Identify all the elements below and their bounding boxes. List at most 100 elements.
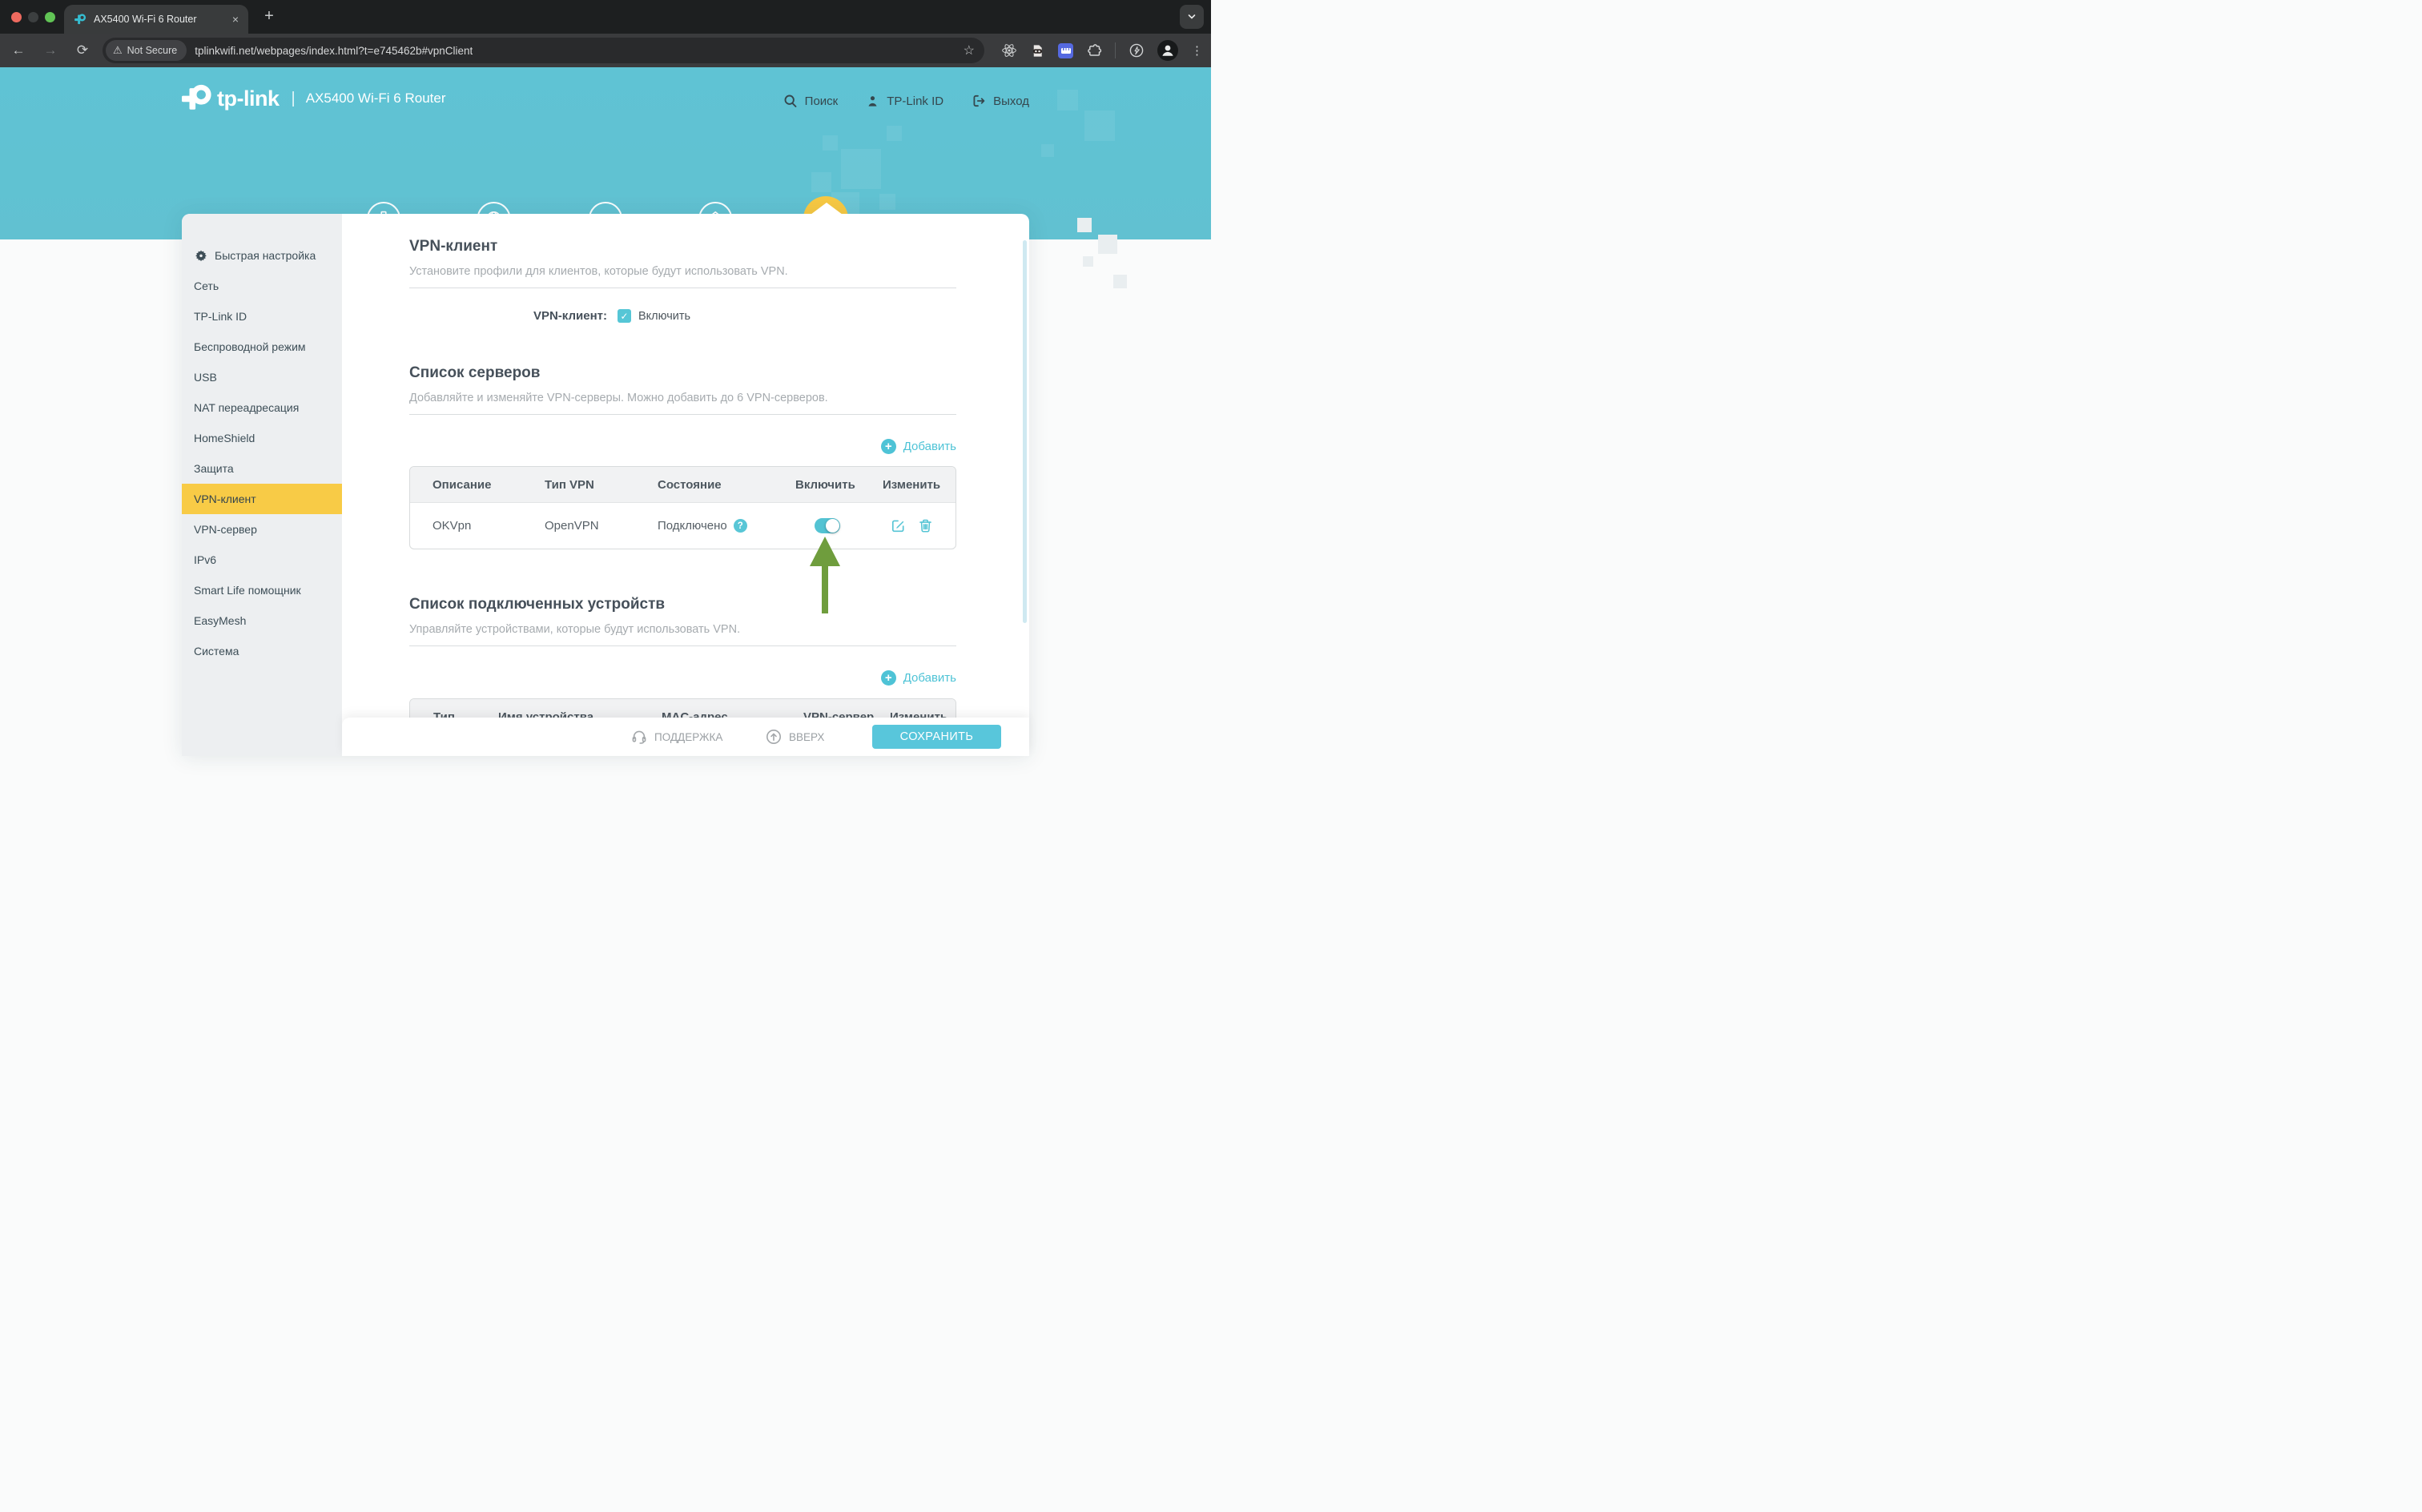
window-zoom-button[interactable]: [45, 12, 55, 22]
up-label: ВВЕРХ: [789, 731, 824, 743]
plus-icon: +: [881, 670, 896, 686]
edit-icon[interactable]: [890, 517, 907, 534]
scroll-up-button[interactable]: ВВЕРХ: [765, 718, 824, 756]
add-server-button[interactable]: + Добавить: [409, 439, 956, 454]
divider: [409, 645, 956, 646]
header-tplink-id-button[interactable]: TP-Link ID: [865, 94, 943, 109]
add-server-label: Добавить: [903, 440, 956, 453]
col-status: Состояние: [658, 478, 795, 492]
security-label: Not Secure: [127, 45, 178, 56]
profile-avatar[interactable]: [1157, 40, 1178, 61]
sidebar-item-usb[interactable]: USB: [182, 362, 342, 392]
sidebar-item-label: Smart Life помощник: [194, 584, 301, 597]
address-bar[interactable]: ⚠ Not Secure tplinkwifi.net/webpages/ind…: [103, 38, 984, 63]
tplink-favicon-icon: [74, 13, 86, 26]
delete-icon[interactable]: [917, 517, 934, 534]
sidebar-item-vpn-server[interactable]: VPN-сервер: [182, 514, 342, 545]
page-title: VPN-клиент: [409, 238, 956, 255]
sidebar-item-label: Быстрая настройка: [215, 249, 316, 262]
sidebar-item-quick-setup[interactable]: Быстрая настройка: [182, 240, 342, 271]
sidebar-item-network[interactable]: Сеть: [182, 271, 342, 301]
headset-icon: [630, 728, 648, 746]
tab-search-button[interactable]: [1180, 5, 1204, 29]
sidebar-item-security[interactable]: Защита: [182, 453, 342, 484]
bookmark-star-icon[interactable]: ☆: [964, 42, 975, 58]
sidebar-item-label: Защита: [194, 462, 234, 475]
col-edit: Изменить: [883, 478, 956, 492]
chevron-down-icon: [1186, 11, 1197, 22]
tab-title: AX5400 Wi-Fi 6 Router: [94, 14, 225, 25]
brand-separator: |: [292, 90, 296, 108]
sidebar-item-label: TP-Link ID: [194, 310, 247, 323]
sidebar-item-smart-life[interactable]: Smart Life помощник: [182, 575, 342, 605]
server-table-row: OKVpn OpenVPN Подключено ?: [410, 502, 956, 549]
arrow-up-circle-icon: [765, 728, 783, 746]
brand-name: tp-link: [217, 86, 280, 111]
support-button[interactable]: ПОДДЕРЖКА: [630, 718, 722, 756]
browser-tab[interactable]: AX5400 Wi-Fi 6 Router ×: [64, 5, 248, 34]
user-agent-switcher-extension-icon[interactable]: [1030, 43, 1045, 58]
panel-scrollbar-thumb[interactable]: [1023, 240, 1027, 623]
sidebar-item-ipv6[interactable]: IPv6: [182, 545, 342, 575]
ruler-extension-icon[interactable]: [1058, 43, 1073, 58]
search-icon: [783, 93, 799, 109]
browser-toolbar: ← → ⟳ ⚠ Not Secure tplinkwifi.net/webpag…: [0, 34, 1211, 67]
window-close-button[interactable]: [11, 12, 22, 22]
decorative-square: [1083, 256, 1093, 267]
search-label: Поиск: [805, 94, 839, 108]
settings-sidebar: Быстрая настройка Сеть TP-Link ID Беспро…: [182, 214, 342, 756]
device-list-description: Управляйте устройствами, которые будут и…: [409, 623, 956, 636]
arrow-head: [810, 537, 840, 566]
window-minimize-button[interactable]: [28, 12, 38, 22]
tab-close-icon[interactable]: ×: [232, 13, 239, 26]
sidebar-item-tplink-id[interactable]: TP-Link ID: [182, 301, 342, 332]
sidebar-item-label: VPN-сервер: [194, 523, 257, 536]
forward-button[interactable]: →: [40, 42, 61, 58]
browser-tab-strip: AX5400 Wi-Fi 6 Router × +: [0, 0, 1211, 34]
sidebar-item-label: Система: [194, 645, 239, 657]
header-search-button[interactable]: Поиск: [783, 93, 839, 109]
save-button[interactable]: СОХРАНИТЬ: [872, 725, 1001, 749]
product-title: AX5400 Wi-Fi 6 Router: [306, 90, 446, 107]
server-status: Подключено: [658, 519, 727, 533]
security-chip[interactable]: ⚠ Not Secure: [106, 40, 187, 61]
react-devtools-extension-icon[interactable]: [1001, 42, 1017, 58]
arrow-shaft: [822, 566, 828, 613]
quick-setup-gear-icon: [194, 248, 208, 263]
enable-checkbox-label: Включить: [638, 310, 690, 323]
status-help-icon[interactable]: ?: [734, 519, 747, 533]
reload-button[interactable]: ⟳: [72, 42, 93, 58]
decorative-square: [1077, 218, 1092, 232]
sidebar-item-easymesh[interactable]: EasyMesh: [182, 605, 342, 636]
sidebar-item-homeshield[interactable]: HomeShield: [182, 423, 342, 453]
sidebar-item-label: VPN-клиент: [194, 493, 256, 505]
new-tab-button[interactable]: +: [260, 7, 279, 26]
back-button[interactable]: ←: [8, 42, 29, 58]
logout-icon: [971, 93, 987, 109]
sidebar-item-vpn-client[interactable]: VPN-клиент: [182, 484, 342, 514]
performance-energy-icon[interactable]: [1129, 42, 1145, 58]
add-device-button[interactable]: + Добавить: [409, 670, 956, 686]
decorative-square: [1098, 235, 1117, 254]
sidebar-item-wireless[interactable]: Беспроводной режим: [182, 332, 342, 362]
tplink-id-label: TP-Link ID: [887, 94, 943, 108]
add-device-label: Добавить: [903, 671, 956, 685]
vpn-client-page: VPN-клиент Установите профили для клиент…: [342, 214, 1029, 756]
url-text: tplinkwifi.net/webpages/index.html?t=e74…: [195, 45, 473, 57]
col-enable: Включить: [795, 478, 883, 492]
sidebar-item-label: USB: [194, 371, 217, 384]
toolbar-separator: [1115, 42, 1116, 58]
vpn-client-enable-checkbox[interactable]: ✓: [618, 309, 631, 323]
annotation-arrow-up: [810, 537, 840, 613]
page-footer: ПОДДЕРЖКА ВВЕРХ СОХРАНИТЬ: [342, 718, 1029, 756]
sidebar-item-nat[interactable]: NAT переадресация: [182, 392, 342, 423]
extensions-puzzle-icon[interactable]: [1086, 42, 1102, 58]
header-logout-button[interactable]: Выход: [971, 93, 1029, 109]
server-enable-toggle[interactable]: [815, 518, 840, 533]
brand-block: tp-link | AX5400 Wi-Fi 6 Router: [182, 83, 446, 114]
col-description: Описание: [410, 478, 545, 492]
sidebar-item-system[interactable]: Система: [182, 636, 342, 666]
device-list-title: Список подключенных устройств: [409, 596, 956, 613]
browser-menu-icon[interactable]: ⋮: [1191, 43, 1203, 58]
sidebar-item-label: NAT переадресация: [194, 401, 299, 414]
